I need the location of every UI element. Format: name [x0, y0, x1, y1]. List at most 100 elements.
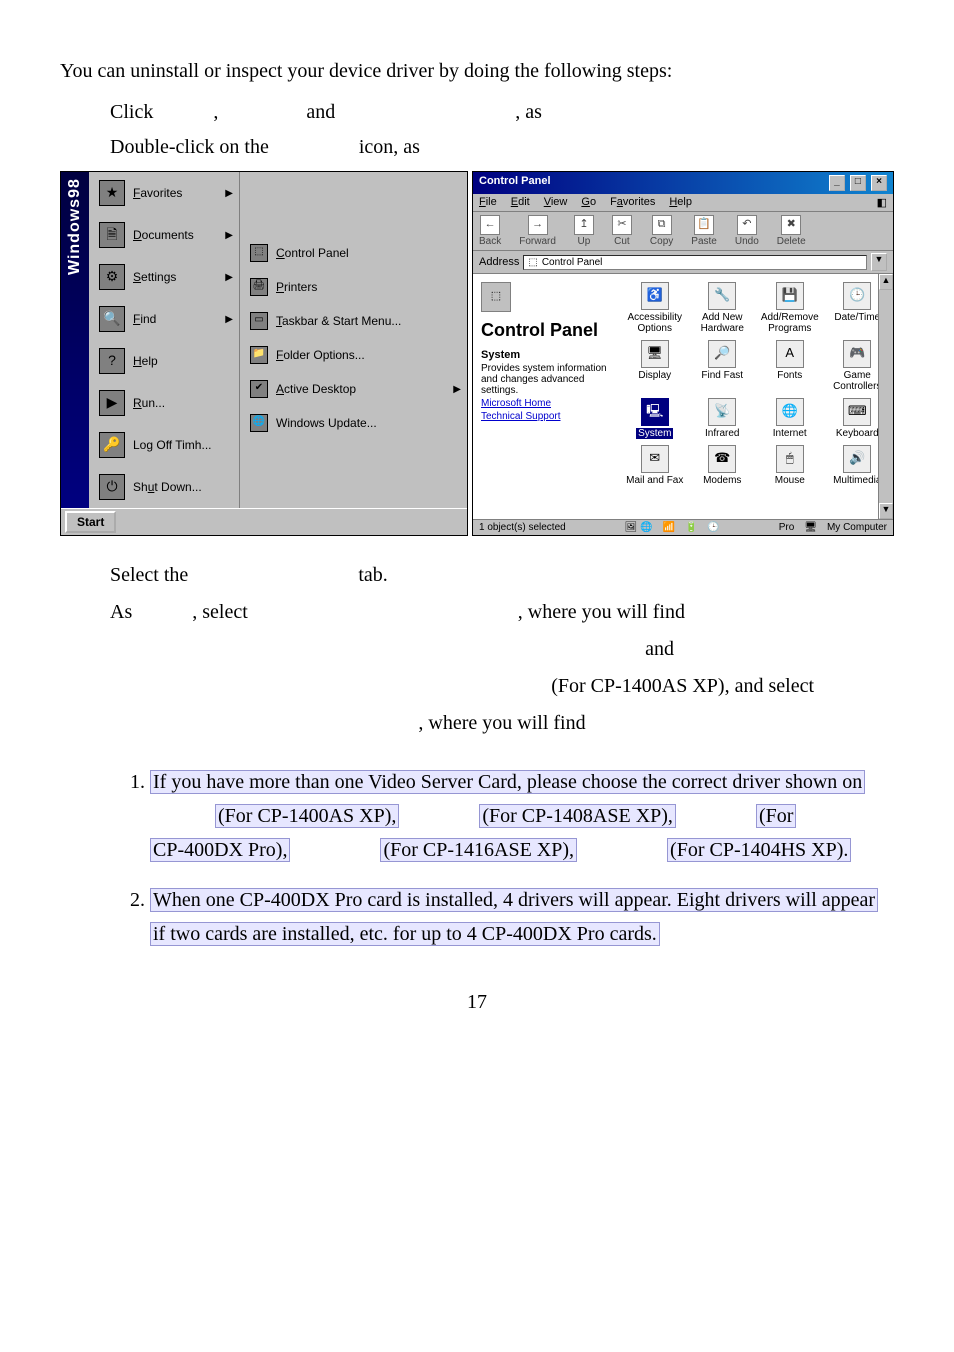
tb-paste[interactable]: 📋Paste: [691, 215, 717, 247]
w-forcp: (For CP-1400AS XP), and select: [551, 675, 814, 697]
menu-go[interactable]: Go: [581, 196, 596, 209]
tray-misc-icon: 🔋: [685, 522, 697, 533]
mycomputer-icon: 🖥: [804, 522, 817, 533]
folder-icon: 📁: [250, 346, 268, 364]
find-icon: 🔍: [99, 306, 125, 332]
note1-cp1416: (For CP-1416ASE XP),: [380, 838, 577, 862]
start-menu-screenshot: Windows98 ★ Favorites▶ 🗎 Documents▶ ⚙ Se…: [60, 171, 468, 536]
note2-line1: When one CP-400DX Pro card is installed,…: [150, 888, 878, 912]
note1-line1: If you have more than one Video Server C…: [150, 770, 865, 794]
shutdown-icon: ⏻: [99, 474, 125, 500]
cp-item-addnew[interactable]: 🔧Add New Hardware: [691, 280, 755, 336]
w-as2: As: [110, 601, 132, 623]
cp-item-fonts[interactable]: AFonts: [758, 338, 822, 394]
maximize-button[interactable]: □: [850, 175, 866, 191]
status-left: 1 object(s) selected: [479, 522, 566, 533]
cp-item-modems[interactable]: ☎Modems: [691, 443, 755, 488]
cp-item-addremove[interactable]: 💾Add/Remove Programs: [758, 280, 822, 336]
tb-undo[interactable]: ↶Undo: [735, 215, 759, 247]
cp-item-mouse[interactable]: 🖱Mouse: [758, 443, 822, 488]
note1-cp1400: (For CP-1400AS XP),: [215, 804, 399, 828]
cp-item-display[interactable]: 🖥Display: [623, 338, 687, 394]
w-dbl: Double-click on the: [110, 136, 269, 159]
status-mycomputer: My Computer: [827, 522, 887, 533]
addr-value: Control Panel: [542, 257, 603, 268]
submenu-active[interactable]: ✔ Active Desktop▶: [240, 372, 467, 406]
addr-field[interactable]: ⬚ Control Panel: [523, 255, 867, 270]
submenu-controlpanel[interactable]: ⬚ Control Panel: [240, 236, 467, 270]
w-where: , where you will find: [518, 601, 685, 623]
menu-logoff[interactable]: 🔑 Log Off Timh...: [89, 424, 239, 466]
menu-settings[interactable]: ⚙ Settings▶: [89, 256, 239, 298]
menu-edit[interactable]: Edit: [511, 196, 530, 209]
page-number: 17: [60, 991, 894, 1014]
note1-for: (For: [756, 804, 796, 828]
w-where2: , where you will find: [418, 712, 585, 734]
menu-shutdown[interactable]: ⏻ Shut Down...: [89, 466, 239, 508]
intro-text: You can uninstall or inspect your device…: [60, 60, 894, 83]
start-col1: ★ Favorites▶ 🗎 Documents▶ ⚙ Settings▶ 🔍 …: [89, 172, 240, 508]
tray-time-icon: 🕒: [707, 522, 719, 533]
menu-help[interactable]: Help: [669, 196, 692, 209]
sidebar-heading: Control Panel: [481, 320, 611, 341]
w-comma: ,: [213, 101, 218, 124]
cp-item-infrared[interactable]: 📡Infrared: [691, 396, 755, 441]
tb-up[interactable]: ↥Up: [574, 215, 594, 247]
menu-view[interactable]: View: [544, 196, 568, 209]
w-tab: tab.: [358, 564, 387, 586]
note1-cp400: CP-400DX Pro),: [150, 838, 290, 862]
cp-statusbar: 1 object(s) selected 🖼 🌐 📶 🔋 🕒 Pro 🖥 My …: [473, 519, 893, 535]
run-icon: ▶: [99, 390, 125, 416]
menu-find[interactable]: 🔍 Find▶: [89, 298, 239, 340]
cp-item-findfast[interactable]: 🔎Find Fast: [691, 338, 755, 394]
submenu-printers[interactable]: 🖨 Printers: [240, 270, 467, 304]
sidebar-link-mshome[interactable]: Microsoft Home: [481, 398, 611, 409]
step-line-1: Click , and , as: [60, 101, 894, 124]
cp-item-internet[interactable]: 🌐Internet: [758, 396, 822, 441]
tb-copy[interactable]: ⧉Copy: [650, 215, 673, 247]
submenu-taskbar[interactable]: ▭ Taskbar & Start Menu...: [240, 304, 467, 338]
menu-run[interactable]: ▶ Run...: [89, 382, 239, 424]
w-select2: , select: [192, 601, 248, 623]
sidebar-system: System: [481, 349, 520, 361]
cp-item-mailfax[interactable]: ✉Mail and Fax: [623, 443, 687, 488]
minimize-button[interactable]: _: [829, 175, 845, 191]
tb-back[interactable]: ←Back: [479, 215, 501, 247]
sidebar-link-techsupport[interactable]: Technical Support: [481, 411, 611, 422]
tb-forward[interactable]: →Forward: [519, 215, 556, 247]
controlpanel-icon: ⬚: [250, 244, 268, 262]
w-and2: and: [645, 638, 674, 660]
taskbar-icon: ▭: [250, 312, 268, 330]
start-col2: ⬚ Control Panel 🖨 Printers ▭ Taskbar & S…: [240, 172, 467, 508]
activedesktop-icon: ✔: [250, 380, 268, 398]
addr-dropdown-button[interactable]: ▼: [871, 253, 887, 271]
tb-delete[interactable]: ✖Delete: [777, 215, 806, 247]
submenu-folder[interactable]: 📁 Folder Options...: [240, 338, 467, 372]
note-1: If you have more than one Video Server C…: [150, 765, 894, 867]
close-button[interactable]: ×: [871, 175, 887, 191]
w-and: and: [306, 101, 335, 124]
menu-favorites[interactable]: ★ Favorites▶: [89, 172, 239, 214]
cp-scrollbar[interactable]: ▲ ▼: [878, 274, 893, 519]
menu-help[interactable]: ? Help: [89, 340, 239, 382]
status-pro: Pro: [779, 522, 795, 533]
sidebar-cp-icon: ⬚: [481, 282, 511, 312]
cp-item-system[interactable]: 🖳System: [623, 396, 687, 441]
winupdate-label: Windows Update...: [276, 416, 377, 430]
cp-sidebar: ⬚ Control Panel System Provides system i…: [473, 274, 619, 519]
note2-line2: if two cards are installed, etc. for up …: [150, 922, 660, 946]
scroll-down-button[interactable]: ▼: [879, 503, 893, 519]
tb-cut[interactable]: ✂Cut: [612, 215, 632, 247]
menu-file[interactable]: File: [479, 196, 497, 209]
cp-window-buttons: _ □ ×: [827, 175, 887, 191]
control-panel-screenshot: Control Panel _ □ × File Edit View Go Fa…: [472, 171, 894, 536]
menu-documents[interactable]: 🗎 Documents▶: [89, 214, 239, 256]
menu-fav[interactable]: Favorites: [610, 196, 655, 209]
cp-item-accessibility[interactable]: ♿Accessibility Options: [623, 280, 687, 336]
w-iconas: icon, as: [359, 136, 420, 159]
submenu-update[interactable]: 🌐 Windows Update...: [240, 406, 467, 440]
logoff-label: Log Off Timh...: [133, 438, 211, 452]
scroll-up-button[interactable]: ▲: [879, 274, 893, 290]
sidebar-desc: Provides system information and changes …: [481, 363, 611, 396]
start-button[interactable]: Start: [65, 511, 116, 533]
